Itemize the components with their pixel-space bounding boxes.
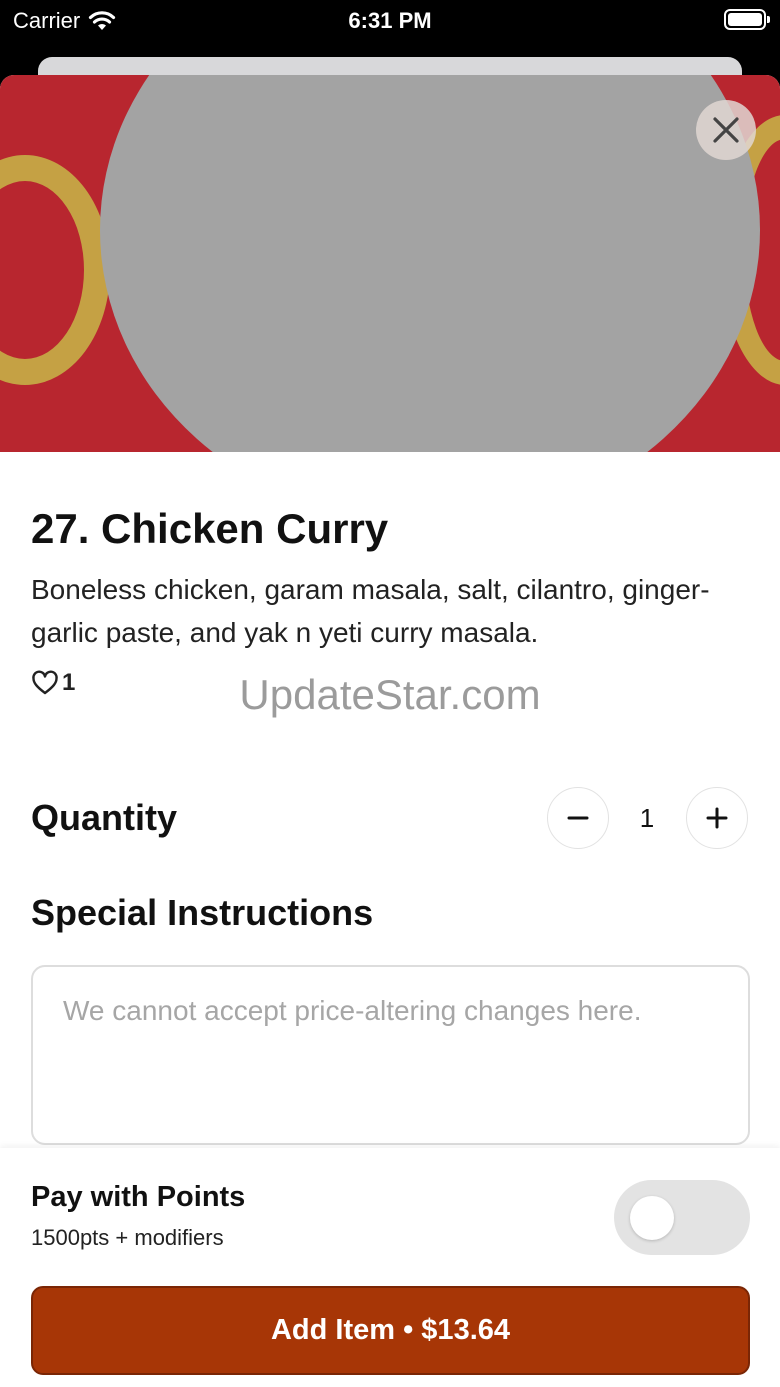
minus-icon — [567, 816, 589, 820]
watermark: UpdateStar.com — [239, 671, 541, 718]
quantity-value: 1 — [639, 803, 655, 833]
close-button[interactable] — [696, 100, 756, 160]
item-detail-sheet: 27. Chicken Curry Boneless chicken, gara… — [0, 75, 780, 1387]
bowl-handle-left — [0, 155, 110, 385]
increase-quantity-button[interactable] — [686, 787, 748, 849]
pay-with-points-label: Pay with Points — [31, 1181, 246, 1213]
battery-icon — [724, 9, 770, 30]
bottom-panel: Pay with Points 1500pts + modifiers Add … — [0, 1148, 780, 1387]
special-instructions-label: Special Instructions — [31, 892, 374, 933]
quantity-label: Quantity — [31, 797, 178, 838]
item-description: Boneless chicken, garam masala, salt, ci… — [31, 574, 710, 648]
decrease-quantity-button[interactable] — [547, 787, 609, 849]
pay-with-points-toggle[interactable] — [614, 1180, 750, 1255]
close-icon — [713, 117, 739, 143]
special-instructions-input[interactable] — [31, 965, 750, 1145]
plus-icon — [706, 807, 728, 829]
curry — [118, 75, 742, 452]
toggle-knob — [630, 1196, 674, 1240]
add-item-button[interactable]: Add Item • $13.64 — [31, 1286, 750, 1375]
status-bar: Carrier 6:31 PM — [0, 0, 780, 40]
status-time: 6:31 PM — [348, 8, 432, 33]
item-image — [0, 75, 780, 452]
pay-with-points-subtitle: 1500pts + modifiers — [31, 1225, 224, 1250]
item-title: 27. Chicken Curry — [31, 505, 389, 552]
